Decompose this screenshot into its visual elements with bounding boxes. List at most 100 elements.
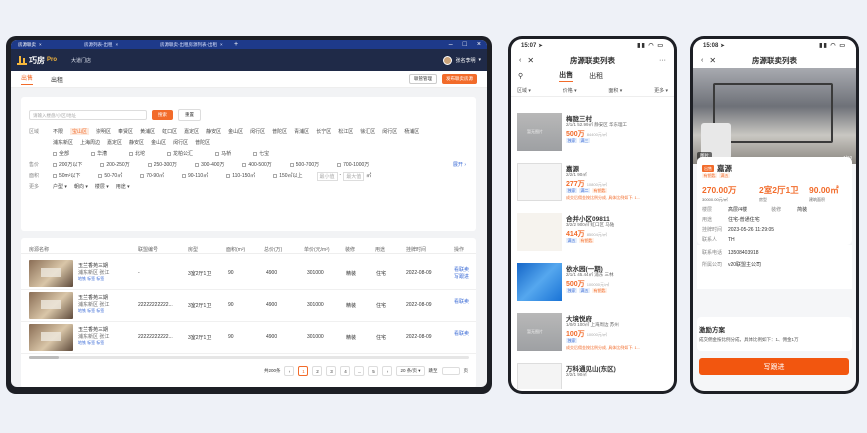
new-tab-icon[interactable]: + bbox=[234, 41, 238, 48]
page-button[interactable]: 4 bbox=[340, 366, 351, 376]
manage-button[interactable]: 联管管理 bbox=[409, 74, 437, 84]
close-icon[interactable]: × bbox=[39, 42, 42, 47]
filter-option[interactable]: 黄浦区 bbox=[140, 128, 155, 135]
listing-name[interactable]: 玉兰香苑三期 bbox=[78, 262, 108, 269]
filter-option[interactable]: 静安区 bbox=[206, 128, 221, 135]
write-followup-button[interactable]: 写跟进 bbox=[699, 358, 849, 375]
checkbox[interactable] bbox=[98, 173, 103, 178]
filter-option[interactable]: 松江区 bbox=[338, 128, 353, 135]
browser-tab[interactable]: 房源列表-出租 × bbox=[80, 40, 156, 49]
listing-thumbnail[interactable] bbox=[29, 260, 73, 287]
filter-option[interactable]: 上海周边 bbox=[80, 139, 100, 146]
checkbox[interactable] bbox=[253, 151, 258, 156]
checkbox[interactable] bbox=[195, 162, 200, 167]
filter-dropdown[interactable]: 用途 ▾ bbox=[116, 183, 130, 190]
listing-thumbnail[interactable] bbox=[29, 324, 73, 351]
filter-option[interactable]: 崇明区 bbox=[96, 128, 111, 135]
sort-size[interactable]: 面积 ▾ bbox=[608, 87, 622, 94]
listing-name[interactable]: 玉兰香苑三期 bbox=[78, 326, 108, 333]
next-page-icon[interactable]: › bbox=[382, 366, 393, 376]
checkbox[interactable] bbox=[100, 162, 105, 167]
checkbox[interactable] bbox=[289, 162, 294, 167]
max-area-input[interactable]: 最大值 bbox=[343, 172, 365, 181]
reset-button[interactable]: 重置 bbox=[178, 109, 201, 121]
checkbox[interactable] bbox=[140, 173, 145, 178]
checkbox[interactable] bbox=[242, 162, 247, 167]
table-row[interactable]: 玉兰香苑三期 浦东新区 张江 地铁 标签 标签 22222222222... 3室2厅1… bbox=[21, 290, 476, 322]
checkbox[interactable] bbox=[53, 151, 57, 156]
checkbox[interactable] bbox=[53, 162, 57, 167]
store-name[interactable]: 大道门店 bbox=[71, 57, 91, 64]
sort-more[interactable]: 更多 ▾ bbox=[654, 87, 668, 94]
checkbox[interactable] bbox=[147, 162, 152, 167]
search-input[interactable]: 请输入楼盘/小区/地址 bbox=[29, 110, 147, 120]
horizontal-scrollbar[interactable] bbox=[29, 356, 469, 359]
list-item[interactable]: 依水园(一期) 2/1/1 45.44㎡ 浦东 三林 500万 100000元/㎡ 独家… bbox=[511, 259, 674, 309]
filter-option[interactable]: 嘉定区 bbox=[107, 139, 122, 146]
close-icon[interactable]: × bbox=[220, 42, 223, 47]
list-item[interactable]: 暂无图片 大境悦府 1/0/0 100㎡ 上海周边 苏州 100万 10000元/㎡ 独家… bbox=[511, 309, 674, 359]
checkbox[interactable] bbox=[53, 173, 57, 178]
list-item[interactable]: 嘉源 2/2/1 90㎡ 277万 10800元/㎡ 独家 满二 有钥匙 成交后佣金按比例分成… bbox=[511, 159, 674, 209]
table-row[interactable]: 玉兰香苑三期 浦东新区 张江 地铁 标签 标签 22222222222... 3室2厅1… bbox=[21, 322, 476, 354]
filter-option[interactable]: 杨浦区 bbox=[404, 128, 419, 135]
listing-thumbnail[interactable] bbox=[29, 292, 73, 319]
goto-input[interactable] bbox=[441, 367, 460, 375]
publish-button[interactable]: 发布联卖房源 bbox=[442, 74, 477, 84]
checkbox[interactable] bbox=[273, 173, 278, 178]
page-button[interactable]: 3 bbox=[326, 366, 337, 376]
page-button[interactable]: 2 bbox=[312, 366, 323, 376]
minimize-icon[interactable]: – bbox=[449, 41, 453, 48]
view-link[interactable]: 看联卖 bbox=[454, 330, 469, 337]
checkbox[interactable] bbox=[226, 173, 231, 178]
followup-link[interactable]: 写跟进 bbox=[454, 273, 469, 280]
checkbox[interactable] bbox=[215, 151, 220, 156]
view-link[interactable]: 看联卖 bbox=[454, 266, 469, 273]
search-icon[interactable]: ⚲ bbox=[518, 72, 523, 80]
checkbox[interactable] bbox=[182, 173, 186, 178]
filter-option-selected[interactable]: 宝山区 bbox=[70, 128, 90, 135]
filter-option[interactable]: 闵行区 bbox=[250, 128, 265, 135]
checkbox[interactable] bbox=[129, 151, 134, 156]
list-item[interactable]: 暂无图片 梅陇三村 2/1/1 52.99㎡ 静安区 华东理工 500万 84400元/… bbox=[511, 109, 674, 159]
page-button[interactable]: 1 bbox=[298, 366, 309, 376]
filter-option[interactable]: 闵行区 bbox=[382, 128, 397, 135]
listing-name[interactable]: 玉兰香苑三期 bbox=[78, 294, 108, 301]
page-size-select[interactable]: 20 条/页 ▾ bbox=[396, 366, 425, 376]
min-area-input[interactable]: 最小值 bbox=[316, 172, 338, 181]
filter-option[interactable]: 普陀区 bbox=[195, 139, 210, 146]
filter-dropdown[interactable]: 户型 ▾ bbox=[53, 183, 67, 190]
filter-option[interactable]: 徐汇区 bbox=[360, 128, 375, 135]
property-photo[interactable]: 图片 1/10 bbox=[693, 68, 856, 164]
checkbox[interactable] bbox=[91, 151, 96, 156]
tab-rent[interactable]: 出租 bbox=[51, 75, 63, 84]
table-row[interactable]: 玉兰香苑三期 浦东新区 张江 地铁 标签 标签 - 3室2厅1卫 90 4900 301000… bbox=[21, 258, 476, 290]
close-window-icon[interactable]: × bbox=[477, 41, 481, 48]
filter-option[interactable]: 闵行区 bbox=[173, 139, 188, 146]
filter-option[interactable]: 嘉定区 bbox=[184, 128, 199, 135]
filter-option[interactable]: 浦东新区 bbox=[53, 139, 73, 146]
user-menu[interactable]: 张名李明 ▾ bbox=[443, 55, 481, 65]
view-link[interactable]: 看联卖 bbox=[454, 298, 469, 305]
filter-dropdown[interactable]: 楼层 ▾ bbox=[95, 183, 109, 190]
close-icon[interactable]: × bbox=[116, 42, 119, 47]
checkbox[interactable] bbox=[167, 151, 172, 156]
filter-option[interactable]: 静安区 bbox=[129, 139, 144, 146]
list-item[interactable]: 万科通见山(东区) 2/2/1 90㎡ bbox=[511, 359, 674, 389]
filter-option[interactable]: 金山区 bbox=[228, 128, 243, 135]
filter-option[interactable]: 虹口区 bbox=[162, 128, 177, 135]
filter-option[interactable]: 不限 bbox=[53, 128, 63, 135]
more-icon[interactable]: ··· bbox=[659, 57, 666, 64]
list-item[interactable]: 合并小区09811 3/2/2 900㎡ 虹口区 马陆 414万 85004元/㎡ 满五… bbox=[511, 209, 674, 259]
filter-option[interactable]: 奉贤区 bbox=[118, 128, 133, 135]
filter-option[interactable]: 长宁区 bbox=[316, 128, 331, 135]
page-button[interactable]: 5 bbox=[368, 366, 379, 376]
tab-sale[interactable]: 出售 bbox=[21, 73, 34, 85]
filter-option[interactable]: 金山区 bbox=[151, 139, 166, 146]
tab-sale[interactable]: 出售 bbox=[559, 70, 574, 82]
tab-rent[interactable]: 出租 bbox=[589, 71, 603, 81]
prev-page-icon[interactable]: ‹ bbox=[284, 366, 295, 376]
browser-tab[interactable]: 房源联卖 × bbox=[14, 40, 80, 49]
browser-tab[interactable]: 房源联卖-出租房源列表-出租 × bbox=[156, 40, 232, 49]
sort-area[interactable]: 区域 ▾ bbox=[517, 87, 531, 94]
